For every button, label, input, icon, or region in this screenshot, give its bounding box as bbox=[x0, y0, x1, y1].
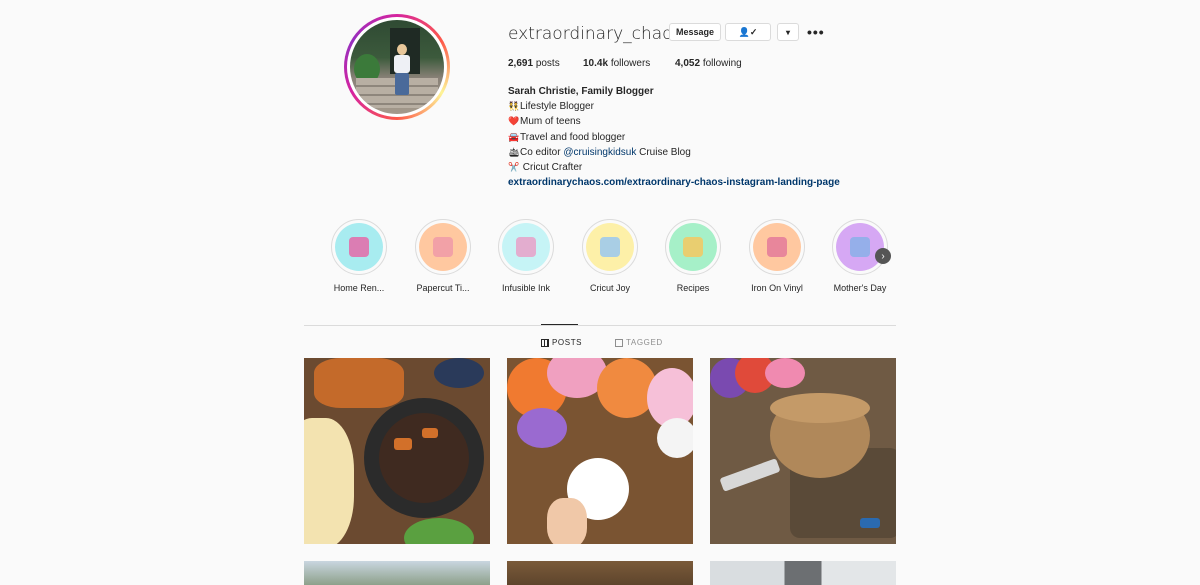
bio-line: ✂️ Cricut Crafter bbox=[508, 160, 840, 175]
profile-avatar[interactable] bbox=[344, 14, 450, 120]
followers-label: followers bbox=[610, 58, 651, 69]
highlight-cover bbox=[749, 219, 805, 275]
followers-stat[interactable]: 10.4k followers bbox=[583, 58, 650, 69]
post-thumbnail[interactable] bbox=[507, 561, 693, 585]
highlight-cover bbox=[415, 219, 471, 275]
highlight-icon bbox=[767, 237, 787, 257]
ship-emoji-icon: 🛳 bbox=[508, 146, 520, 157]
highlights-next-button[interactable]: › bbox=[875, 248, 891, 264]
post-thumbnail[interactable] bbox=[710, 561, 896, 585]
profile-bio: Sarah Christie, Family Blogger 👯Lifestyl… bbox=[508, 84, 840, 190]
tab-tagged[interactable]: TAGGED bbox=[615, 338, 663, 347]
posts-label: posts bbox=[535, 58, 560, 69]
more-options-icon[interactable]: ••• bbox=[807, 25, 825, 39]
suggestions-dropdown-button[interactable]: ▾ bbox=[777, 23, 799, 41]
chevron-right-icon: › bbox=[881, 250, 885, 262]
highlight-icon bbox=[600, 237, 620, 257]
profile-full-name: Sarah Christie, Family Blogger bbox=[508, 86, 654, 97]
post-thumbnail[interactable] bbox=[304, 561, 490, 585]
person-check-icon: 👤✓ bbox=[738, 26, 758, 37]
bio-line-text: Travel and food blogger bbox=[520, 131, 626, 143]
highlight-cover bbox=[331, 219, 387, 275]
heart-emoji-icon: ❤️ bbox=[508, 116, 520, 127]
grid-icon bbox=[541, 338, 549, 347]
dancers-emoji-icon: 👯 bbox=[508, 101, 520, 112]
bio-line: 🚘Travel and food blogger bbox=[508, 130, 840, 145]
highlight-cover bbox=[582, 219, 638, 275]
highlight-label: Infusible Ink bbox=[501, 283, 551, 293]
bio-line-text: Lifestyle Blogger bbox=[520, 101, 594, 113]
bio-line: ❤️Mum of teens bbox=[508, 114, 840, 129]
post-thumbnail[interactable] bbox=[710, 358, 896, 544]
story-highlight[interactable]: Home Ren... bbox=[324, 219, 394, 293]
highlight-label: Home Ren... bbox=[333, 283, 385, 293]
story-highlight[interactable]: Papercut Ti... bbox=[408, 219, 478, 293]
bio-line-text: Cricut Crafter bbox=[520, 162, 583, 174]
story-highlight[interactable]: Cricut Joy bbox=[575, 219, 645, 293]
highlight-icon bbox=[683, 237, 703, 257]
message-button[interactable]: Message bbox=[669, 23, 721, 41]
bio-line: 👯Lifestyle Blogger bbox=[508, 99, 840, 114]
post-thumbnail[interactable] bbox=[507, 358, 693, 544]
caret-down-icon: ▾ bbox=[785, 27, 790, 37]
profile-username: extraordinary_chaos bbox=[508, 24, 682, 44]
highlight-cover bbox=[832, 219, 888, 275]
story-highlight[interactable]: Infusible Ink bbox=[491, 219, 561, 293]
bio-line-text: Co editor bbox=[520, 146, 564, 158]
highlight-icon bbox=[516, 237, 536, 257]
story-highlight[interactable]: Iron On Vinyl bbox=[742, 219, 812, 293]
scissors-emoji-icon: ✂️ bbox=[508, 162, 520, 173]
mention-link[interactable]: @cruisingkidsuk bbox=[563, 147, 636, 158]
following-count: 4,052 bbox=[675, 58, 701, 69]
posts-stat: 2,691 posts bbox=[508, 58, 560, 69]
bio-line-text: Cruise Blog bbox=[636, 146, 691, 158]
posts-count: 2,691 bbox=[508, 58, 534, 69]
bio-line-text: Mum of teens bbox=[520, 116, 581, 128]
tab-tagged-label: TAGGED bbox=[626, 338, 663, 347]
car-emoji-icon: 🚘 bbox=[508, 131, 520, 142]
highlight-label: Mother's Day bbox=[833, 283, 887, 293]
highlight-icon bbox=[850, 237, 870, 257]
highlight-label: Cricut Joy bbox=[589, 283, 630, 293]
following-label: following bbox=[702, 58, 742, 69]
bio-line: 🛳Co editor @cruisingkidsuk Cruise Blog bbox=[508, 145, 840, 160]
highlight-label: Iron On Vinyl bbox=[751, 283, 803, 293]
tabs-divider bbox=[304, 325, 896, 326]
following-button[interactable]: 👤✓ bbox=[725, 23, 771, 41]
tab-posts[interactable]: POSTS bbox=[541, 338, 582, 347]
bio-website-link[interactable]: extraordinarychaos.com/extraordinary-cha… bbox=[508, 175, 840, 190]
highlight-cover bbox=[498, 219, 554, 275]
highlight-icon bbox=[349, 237, 369, 257]
following-stat[interactable]: 4,052 following bbox=[675, 58, 742, 69]
tab-posts-label: POSTS bbox=[552, 338, 583, 347]
tag-person-icon bbox=[615, 338, 623, 347]
followers-count: 10.4k bbox=[583, 58, 609, 69]
highlight-label: Papercut Ti... bbox=[416, 283, 470, 293]
active-tab-indicator bbox=[541, 324, 578, 325]
story-highlight[interactable]: Recipes bbox=[658, 219, 728, 293]
highlight-icon bbox=[433, 237, 453, 257]
highlight-label: Recipes bbox=[676, 283, 710, 293]
post-thumbnail[interactable] bbox=[304, 358, 490, 544]
highlight-cover bbox=[665, 219, 721, 275]
